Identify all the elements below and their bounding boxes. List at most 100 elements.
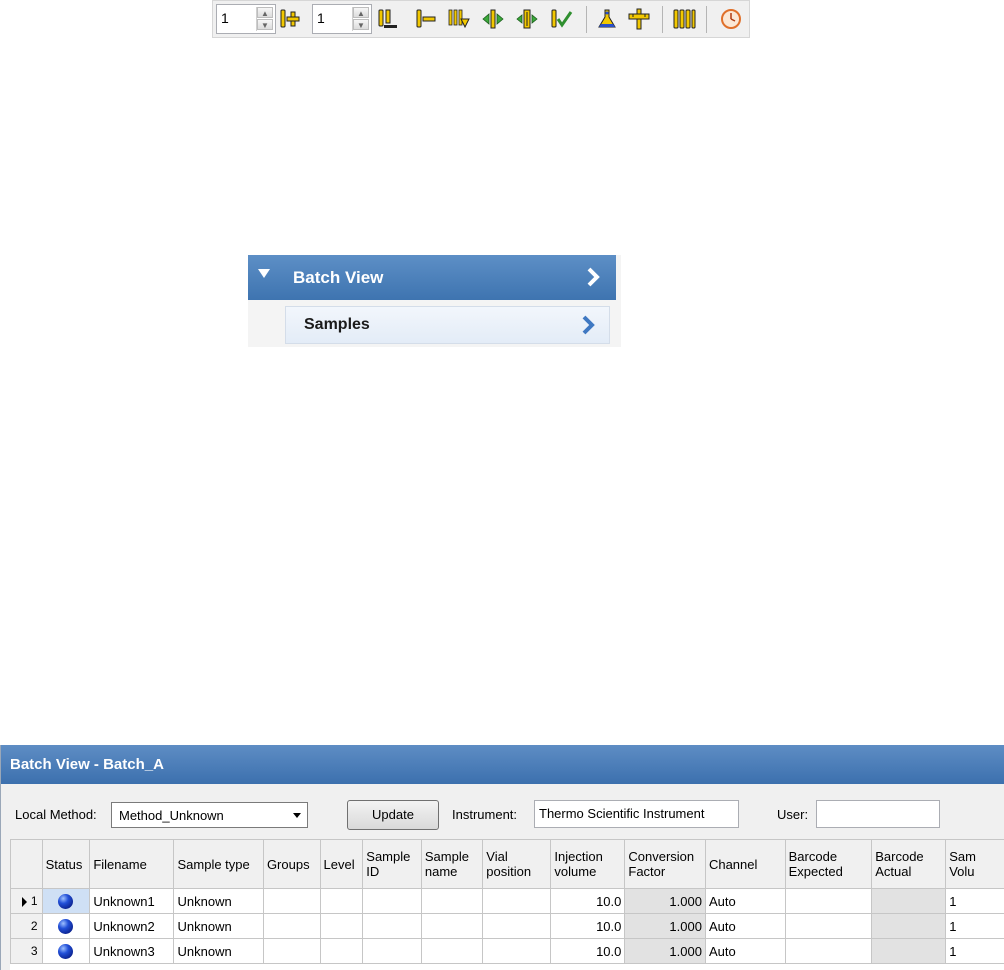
sample-count-value[interactable]: 1 bbox=[221, 10, 229, 26]
filename-cell[interactable]: Unknown1 bbox=[89, 888, 175, 914]
row-header-corner bbox=[10, 839, 43, 889]
table-row[interactable]: 2 Unknown2 Unknown 10.0 1.000 Auto 1 bbox=[10, 913, 1004, 939]
sample-name-cell[interactable] bbox=[420, 913, 484, 939]
conversion-factor-cell[interactable]: 1.000 bbox=[624, 888, 706, 914]
local-method-select[interactable]: Method_Unknown bbox=[111, 802, 308, 828]
chevron-right-icon[interactable] bbox=[582, 266, 604, 288]
groups-cell[interactable] bbox=[262, 888, 321, 914]
add-rows-icon[interactable] bbox=[278, 7, 302, 31]
spinner-arrows[interactable]: ▲ ▼ bbox=[352, 7, 369, 31]
update-button[interactable]: Update bbox=[347, 800, 439, 830]
col-injection-volume[interactable]: Injection volume bbox=[550, 839, 626, 889]
col-sample-id[interactable]: Sample ID bbox=[362, 839, 422, 889]
ruler-icon[interactable] bbox=[627, 7, 651, 31]
sample-name-cell[interactable] bbox=[420, 888, 484, 914]
channel-cell[interactable]: Auto bbox=[704, 888, 786, 914]
col-barcode-expected[interactable]: Barcode Expected bbox=[784, 839, 873, 889]
col-sample-type[interactable]: Sample type bbox=[173, 839, 264, 889]
row-position-value[interactable]: 1 bbox=[317, 10, 325, 26]
batch-view-nav-header[interactable]: Batch View bbox=[248, 255, 616, 300]
vial-position-cell[interactable] bbox=[482, 913, 552, 939]
row-position-spinner[interactable]: 1 ▲ ▼ bbox=[312, 4, 372, 34]
sample-type-cell[interactable]: Unknown bbox=[173, 938, 264, 964]
vial-position-cell[interactable] bbox=[482, 888, 552, 914]
sample-id-cell[interactable] bbox=[362, 888, 422, 914]
collapse-triangle-icon[interactable] bbox=[258, 269, 270, 278]
sample-type-cell[interactable]: Unknown bbox=[173, 888, 264, 914]
sample-id-cell[interactable] bbox=[362, 938, 422, 964]
sample-id-cell[interactable] bbox=[362, 913, 422, 939]
barcode-actual-cell[interactable] bbox=[871, 938, 947, 964]
injection-volume-cell[interactable]: 10.0 bbox=[550, 888, 626, 914]
barcode-expected-cell[interactable] bbox=[784, 938, 873, 964]
flask-icon[interactable] bbox=[595, 7, 619, 31]
remove-row-icon[interactable] bbox=[414, 7, 438, 31]
status-cell[interactable] bbox=[41, 938, 91, 964]
user-field[interactable] bbox=[816, 800, 940, 828]
col-conversion-factor[interactable]: Conversion Factor bbox=[624, 839, 706, 889]
sample-volume-cell[interactable]: 1 bbox=[945, 938, 1004, 964]
check-rows-icon[interactable] bbox=[549, 7, 573, 31]
spinner-arrows[interactable]: ▲ ▼ bbox=[256, 7, 273, 31]
barcode-expected-cell[interactable] bbox=[784, 888, 873, 914]
sample-volume-cell[interactable]: 1 bbox=[945, 888, 1004, 914]
row-index: 3 bbox=[30, 944, 38, 958]
groups-cell[interactable] bbox=[262, 913, 321, 939]
level-cell[interactable] bbox=[319, 913, 364, 939]
col-channel[interactable]: Channel bbox=[704, 839, 786, 889]
col-groups[interactable]: Groups bbox=[262, 839, 321, 889]
channel-cell[interactable]: Auto bbox=[704, 913, 786, 939]
level-cell[interactable] bbox=[319, 938, 364, 964]
spin-up-icon[interactable]: ▲ bbox=[353, 7, 369, 18]
row-header[interactable]: 3 bbox=[10, 938, 43, 964]
filename-cell[interactable]: Unknown2 bbox=[89, 913, 175, 939]
row-header[interactable]: 2 bbox=[10, 913, 43, 939]
dropdown-arrow-icon[interactable] bbox=[293, 813, 301, 818]
channel-cell[interactable]: Auto bbox=[704, 938, 786, 964]
sample-volume-cell[interactable]: 1 bbox=[945, 913, 1004, 939]
barcode-actual-cell[interactable] bbox=[871, 888, 947, 914]
status-cell[interactable] bbox=[41, 913, 91, 939]
spin-down-icon[interactable]: ▼ bbox=[353, 19, 369, 30]
barcode-actual-cell[interactable] bbox=[871, 913, 947, 939]
samples-grid: Status Filename Sample type Groups Level… bbox=[10, 839, 1004, 970]
user-label: User: bbox=[777, 807, 809, 822]
clock-icon[interactable] bbox=[719, 7, 743, 31]
barcode-expected-cell[interactable] bbox=[784, 913, 873, 939]
fill-down-icon[interactable] bbox=[447, 7, 471, 31]
row-header[interactable]: 1 bbox=[10, 888, 43, 914]
status-cell[interactable] bbox=[41, 888, 91, 914]
vial-position-cell[interactable] bbox=[482, 938, 552, 964]
sample-count-spinner[interactable]: 1 ▲ ▼ bbox=[216, 4, 276, 34]
groups-cell[interactable] bbox=[262, 938, 321, 964]
conversion-factor-cell[interactable]: 1.000 bbox=[624, 913, 706, 939]
instrument-field[interactable]: Thermo Scientific Instrument bbox=[534, 800, 739, 828]
sample-type-cell[interactable]: Unknown bbox=[173, 913, 264, 939]
col-barcode-actual[interactable]: Barcode Actual bbox=[871, 839, 947, 889]
conversion-factor-cell[interactable]: 1.000 bbox=[624, 938, 706, 964]
col-level[interactable]: Level bbox=[319, 839, 364, 889]
filename-cell[interactable]: Unknown3 bbox=[89, 938, 175, 964]
injection-volume-cell[interactable]: 10.0 bbox=[550, 938, 626, 964]
nav-header-title: Batch View bbox=[293, 268, 384, 287]
spin-up-icon[interactable]: ▲ bbox=[257, 7, 273, 18]
col-filename[interactable]: Filename bbox=[89, 839, 175, 889]
chevron-right-icon[interactable] bbox=[577, 314, 599, 336]
col-sample-volume[interactable]: Sam Volu bbox=[945, 839, 1004, 889]
nav-item-samples[interactable]: Samples bbox=[285, 306, 610, 344]
injection-volume-cell[interactable]: 10.0 bbox=[550, 913, 626, 939]
move-row-icon[interactable] bbox=[515, 7, 539, 31]
spin-down-icon[interactable]: ▼ bbox=[257, 19, 273, 30]
sample-name-cell[interactable] bbox=[420, 938, 484, 964]
col-sample-name[interactable]: Sample name bbox=[420, 839, 484, 889]
move-row-right-icon[interactable] bbox=[481, 7, 505, 31]
insert-row-icon[interactable] bbox=[376, 7, 400, 31]
table-row[interactable]: 1 Unknown1 Unknown 10.0 1.000 Auto 1 bbox=[10, 888, 1004, 914]
col-status[interactable]: Status bbox=[41, 839, 91, 889]
vials-icon[interactable] bbox=[672, 7, 696, 31]
col-vial-position[interactable]: Vial position bbox=[482, 839, 552, 889]
table-row[interactable]: 3 Unknown3 Unknown 10.0 1.000 Auto 1 bbox=[10, 938, 1004, 964]
toolbar-separator bbox=[662, 6, 663, 33]
row-index: 1 bbox=[30, 894, 38, 908]
level-cell[interactable] bbox=[319, 888, 364, 914]
